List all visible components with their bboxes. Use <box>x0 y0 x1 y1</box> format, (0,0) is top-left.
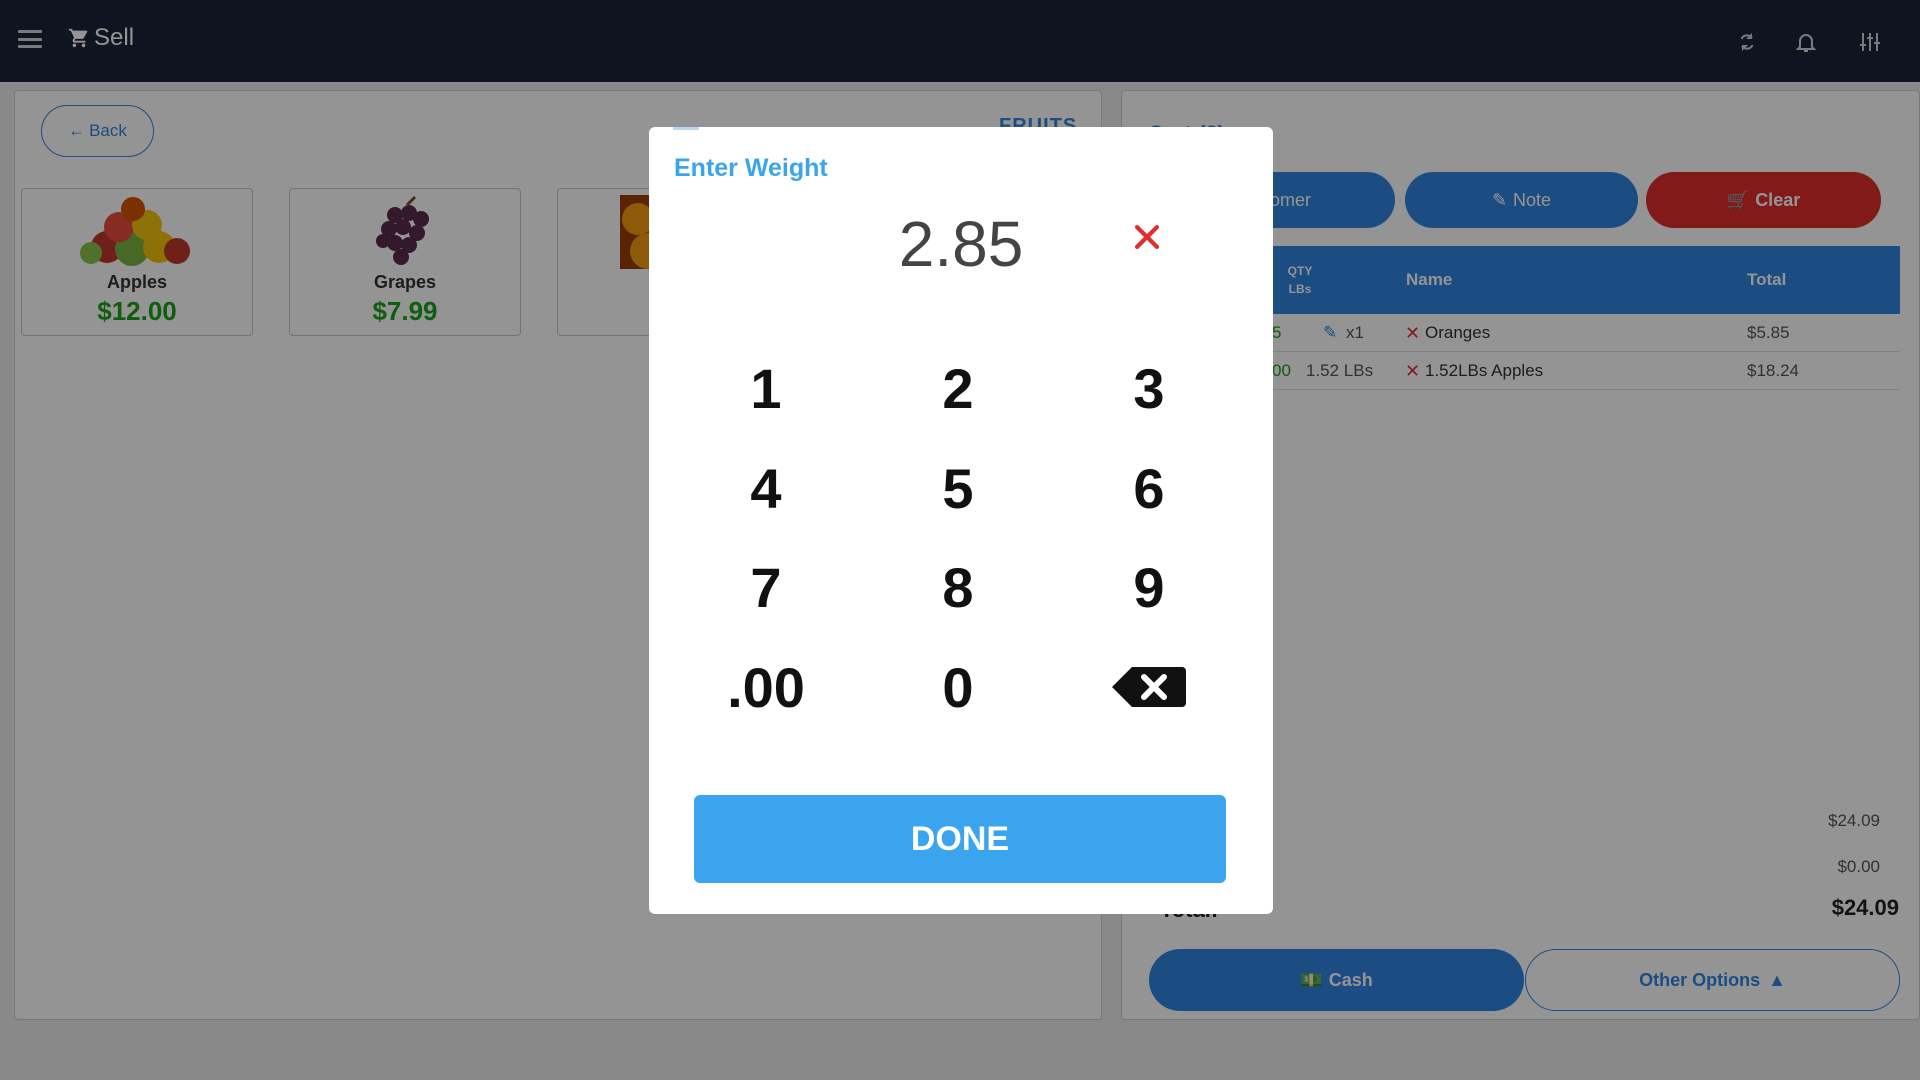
close-icon[interactable] <box>1130 220 1164 254</box>
key-1[interactable]: 1 <box>691 348 841 428</box>
key-4[interactable]: 4 <box>691 448 841 528</box>
key-3[interactable]: 3 <box>1074 348 1224 428</box>
dialog-title: Enter Weight <box>674 154 828 182</box>
done-label: DONE <box>910 819 1010 858</box>
key-9[interactable]: 9 <box>1074 547 1224 627</box>
backspace-key[interactable] <box>1074 647 1224 727</box>
backspace-icon <box>1112 667 1186 707</box>
weight-display: 2.85 <box>898 208 1024 280</box>
key-0[interactable]: 0 <box>883 647 1033 727</box>
key-8[interactable]: 8 <box>883 547 1033 627</box>
done-button[interactable]: DONE <box>694 795 1226 883</box>
key-2[interactable]: 2 <box>883 348 1033 428</box>
dialog-sliver <box>673 127 699 130</box>
key-5[interactable]: 5 <box>883 448 1033 528</box>
key-6[interactable]: 6 <box>1074 448 1224 528</box>
enter-weight-dialog: Enter Weight 2.85 1 2 3 4 5 6 7 8 9 .00 … <box>649 127 1273 914</box>
key-double-zero[interactable]: .00 <box>691 647 841 727</box>
key-7[interactable]: 7 <box>691 547 841 627</box>
